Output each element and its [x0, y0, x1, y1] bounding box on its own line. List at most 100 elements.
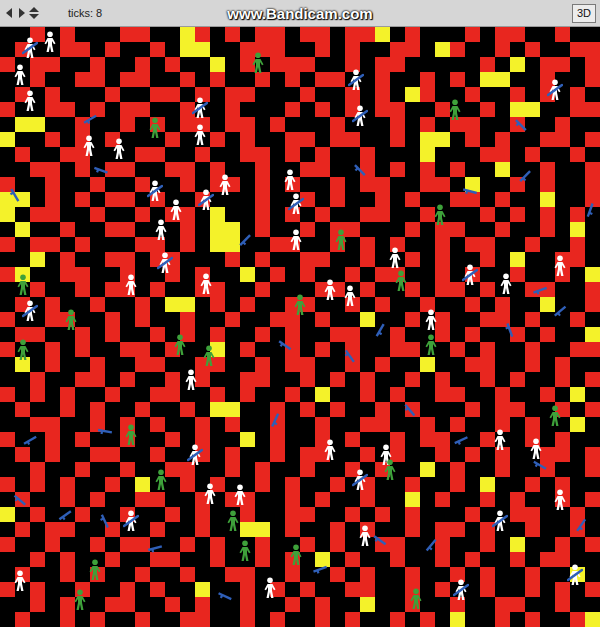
patch: [345, 597, 360, 612]
patch: [150, 342, 165, 357]
patch: [180, 222, 195, 237]
patch: [570, 477, 585, 492]
patch: [510, 222, 525, 237]
patch: [180, 402, 195, 417]
patch: [510, 192, 525, 207]
person-icon: [22, 90, 38, 112]
patch: [570, 102, 585, 117]
patch: [60, 267, 75, 282]
patch: [30, 447, 45, 462]
patch: [75, 222, 90, 237]
patch: [45, 72, 60, 87]
patch: [195, 552, 210, 567]
patch: [300, 477, 315, 492]
patch: [300, 147, 315, 162]
patch: [375, 492, 390, 507]
patch: [315, 522, 330, 537]
patch: [390, 537, 405, 552]
patch: [315, 372, 330, 387]
right-arrow-icon[interactable]: [16, 7, 27, 19]
patch: [195, 312, 210, 327]
patch: [225, 282, 240, 297]
patch: [360, 387, 375, 402]
person: [262, 577, 278, 599]
patch: [120, 462, 135, 477]
patch: [285, 72, 300, 87]
patch: [0, 282, 15, 297]
patch: [120, 117, 135, 132]
patch: [405, 432, 420, 447]
patch: [420, 567, 435, 582]
patch: [270, 312, 285, 327]
patch: [165, 282, 180, 297]
patch: [360, 402, 375, 417]
patch: [540, 552, 555, 567]
patch: [465, 147, 480, 162]
patch: [210, 447, 225, 462]
patch: [15, 132, 30, 147]
patch: [90, 267, 105, 282]
patch: [240, 462, 255, 477]
patch: [510, 72, 525, 87]
patch: [555, 612, 570, 627]
patch: [465, 237, 480, 252]
person-icon: [147, 117, 163, 139]
patch: [105, 612, 120, 627]
patch: [585, 282, 600, 297]
patch: [270, 387, 285, 402]
patch: [525, 417, 540, 432]
patch: [405, 57, 420, 72]
patch: [585, 42, 600, 57]
patch: [135, 492, 150, 507]
patch: [360, 312, 375, 327]
patch: [555, 552, 570, 567]
patch: [465, 312, 480, 327]
patch: [510, 282, 525, 297]
patch: [570, 432, 585, 447]
patch: [585, 582, 600, 597]
3d-button[interactable]: 3D: [572, 4, 596, 23]
patch: [0, 267, 15, 282]
person: [15, 274, 31, 296]
patch: [510, 612, 525, 627]
patch: [165, 552, 180, 567]
patch: [240, 327, 255, 342]
patch: [210, 72, 225, 87]
person: [288, 229, 304, 251]
patch: [450, 27, 465, 42]
patch: [525, 312, 540, 327]
patch: [495, 132, 510, 147]
person: [81, 135, 97, 157]
patch: [135, 297, 150, 312]
person: [72, 589, 88, 611]
person-icon: [123, 424, 139, 446]
patch: [405, 552, 420, 567]
person: [432, 204, 448, 226]
patch: [270, 27, 285, 42]
patch: [570, 267, 585, 282]
patch: [555, 372, 570, 387]
patch: [525, 372, 540, 387]
patch: [450, 72, 465, 87]
patch: [30, 492, 45, 507]
patch: [510, 57, 525, 72]
patch: [345, 522, 360, 537]
patch: [360, 222, 375, 237]
patch: [165, 507, 180, 522]
person: [202, 483, 218, 505]
patch: [390, 117, 405, 132]
patch: [45, 177, 60, 192]
patch: [525, 117, 540, 132]
left-arrow-icon[interactable]: [4, 7, 15, 19]
patch: [390, 552, 405, 567]
patch: [300, 117, 315, 132]
patch: [495, 462, 510, 477]
patch: [90, 522, 105, 537]
patch: [540, 162, 555, 177]
person: [192, 97, 208, 119]
person: [462, 264, 478, 286]
up-down-arrow-icon[interactable]: [28, 6, 40, 20]
patch: [315, 102, 330, 117]
patch: [120, 192, 135, 207]
patch: [60, 357, 75, 372]
